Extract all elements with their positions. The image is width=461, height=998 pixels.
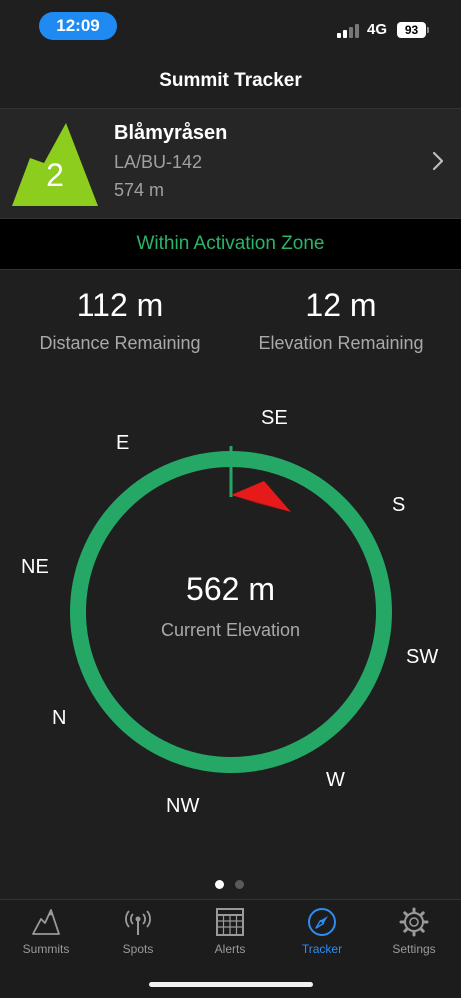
page-indicator[interactable] — [215, 880, 247, 890]
calendar-icon — [216, 908, 244, 936]
summit-card[interactable]: 2 — [0, 108, 461, 219]
compass-label-sw: SW — [406, 646, 439, 668]
summit-name: Blåmyråsen — [114, 122, 228, 144]
elevation-remaining-label: Elevation Remaining — [258, 333, 424, 353]
battery-tip — [427, 27, 429, 33]
summit-number: 2 — [46, 157, 64, 193]
tab-alerts[interactable]: Alerts — [184, 900, 276, 970]
summit-altitude: 574 m — [114, 180, 165, 200]
network-type: 4G — [367, 21, 388, 38]
mountain-badge-icon: 2 — [12, 121, 98, 206]
compass-label-e: E — [116, 432, 130, 454]
tab-label-settings: Settings — [392, 942, 436, 956]
chevron-right-icon[interactable] — [431, 151, 445, 171]
tab-tracker[interactable]: Tracker — [276, 900, 368, 970]
summit-reference: LA/BU-142 — [114, 152, 203, 172]
tab-label-summits: Summits — [22, 942, 70, 956]
tab-summits[interactable]: Summits — [0, 900, 92, 970]
current-elevation-value: 562 m — [186, 571, 275, 607]
home-indicator[interactable] — [149, 982, 313, 987]
compass-label-s: S — [392, 494, 406, 516]
page-dot-active[interactable] — [215, 880, 224, 889]
mountain-icon — [32, 909, 60, 935]
tab-spots[interactable]: Spots — [92, 900, 184, 970]
tab-label-spots: Spots — [122, 942, 154, 956]
distance-remaining-value: 112 m — [76, 287, 164, 323]
battery-icon: 93 — [397, 22, 426, 38]
status-time[interactable]: 12:09 — [39, 12, 117, 40]
tab-label-tracker: Tracker — [301, 942, 343, 956]
page-title: Summit Tracker — [159, 70, 302, 91]
distance-remaining-label: Distance Remaining — [39, 333, 201, 353]
compass-label-se: SE — [261, 407, 288, 429]
activation-ring — [70, 451, 392, 773]
page-dot[interactable] — [235, 880, 244, 889]
tab-label-alerts: Alerts — [214, 942, 246, 956]
compass-label-n: N — [52, 707, 67, 729]
compass-label-nw: NW — [166, 795, 200, 817]
elevation-remaining-value: 12 m — [305, 287, 377, 323]
compass-icon — [308, 908, 336, 936]
compass-dial — [70, 446, 392, 773]
activation-status: Within Activation Zone — [0, 219, 461, 270]
tab-settings[interactable]: Settings — [368, 900, 460, 970]
status-bar: 12:09 4G 93 — [0, 0, 461, 52]
current-elevation-label: Current Elevation — [160, 620, 301, 640]
signal-icon — [337, 22, 363, 38]
gear-icon — [399, 907, 429, 937]
antenna-icon — [125, 910, 151, 935]
compass-label-w: W — [326, 769, 345, 791]
direction-arrow — [231, 481, 291, 512]
